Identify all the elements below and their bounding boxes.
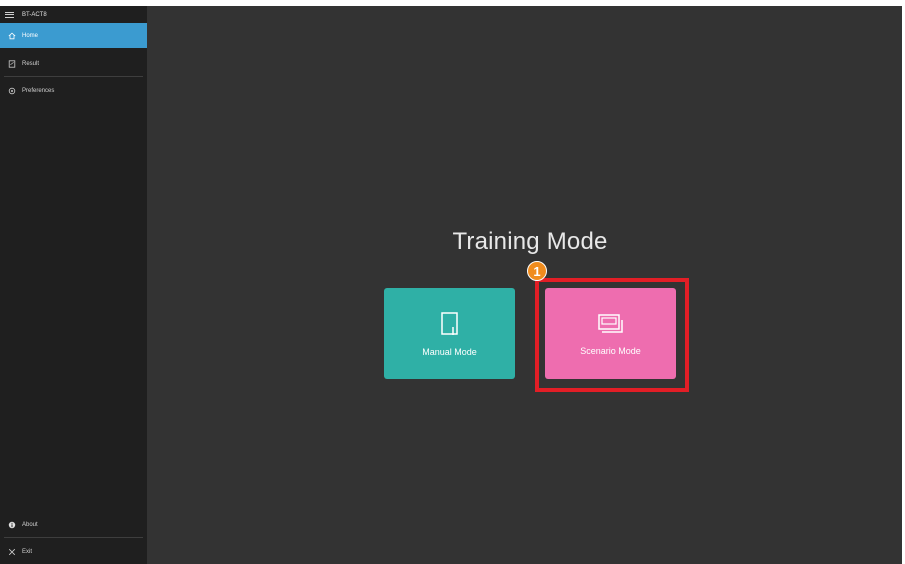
sidebar: BT-ACT8 Home Result Preferences About Ex… <box>0 6 147 564</box>
divider <box>4 537 143 538</box>
sidebar-item-label: About <box>22 521 38 528</box>
sidebar-item-preferences[interactable]: Preferences <box>0 78 147 103</box>
home-icon <box>7 32 17 40</box>
divider <box>4 76 143 77</box>
step-badge: 1 <box>527 261 547 281</box>
sidebar-item-label: Result <box>22 60 40 67</box>
highlight-box <box>535 278 689 392</box>
manual-mode-label: Manual Mode <box>422 346 477 357</box>
sidebar-header: BT-ACT8 <box>0 6 147 23</box>
result-document-icon <box>7 59 17 68</box>
info-icon <box>7 521 17 529</box>
gear-icon <box>7 87 17 95</box>
app-window: BT-ACT8 Home Result Preferences About Ex… <box>0 6 902 564</box>
sidebar-item-label: Exit <box>22 548 33 555</box>
manual-book-icon <box>440 311 460 339</box>
page-title: Training Mode <box>452 228 608 255</box>
sidebar-item-home[interactable]: Home <box>0 23 147 48</box>
manual-mode-button[interactable]: Manual Mode <box>384 288 515 379</box>
sidebar-item-exit[interactable]: Exit <box>0 539 147 564</box>
sidebar-item-about[interactable]: About <box>0 512 147 537</box>
app-title: BT-ACT8 <box>22 11 47 18</box>
hamburger-menu-icon[interactable] <box>5 10 17 19</box>
sidebar-item-label: Preferences <box>22 87 55 94</box>
close-icon <box>7 548 17 556</box>
sidebar-item-label: Home <box>22 32 39 39</box>
sidebar-item-result[interactable]: Result <box>0 51 147 76</box>
